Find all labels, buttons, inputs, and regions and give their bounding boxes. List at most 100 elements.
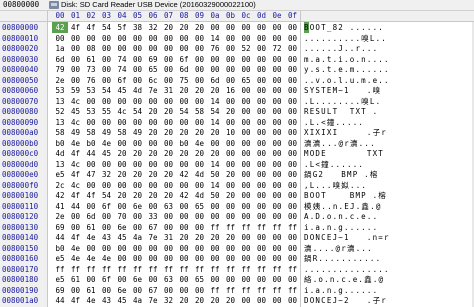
hex-byte[interactable]: 00 <box>68 54 84 65</box>
hex-byte[interactable]: 00 <box>285 75 301 86</box>
hex-byte[interactable]: 14 <box>207 33 223 44</box>
hex-byte[interactable]: 00 <box>161 75 177 86</box>
hex-byte[interactable]: 2c <box>52 180 68 191</box>
hex-byte[interactable]: 00 <box>176 253 192 264</box>
hex-byte[interactable]: ff <box>52 264 68 275</box>
hex-byte[interactable]: 00 <box>130 211 146 222</box>
hex-byte[interactable]: 65 <box>192 201 208 212</box>
hex-byte[interactable]: 20 <box>192 232 208 243</box>
hex-byte[interactable]: 00 <box>285 33 301 44</box>
hex-byte[interactable]: 20 <box>161 22 177 33</box>
hex-byte[interactable]: 00 <box>285 190 301 201</box>
hex-byte[interactable]: 32 <box>145 22 161 33</box>
hex-row[interactable]: 008000f0 2c 4c 00 00 00 00 00 00 00 00 14 00 00 00 00 00… <box>0 180 474 191</box>
hex-byte[interactable]: 00 <box>269 211 285 222</box>
hex-byte[interactable]: 00 <box>99 64 115 75</box>
hex-byte[interactable]: 16 <box>223 85 239 96</box>
hex-row[interactable]: 00800080 52 45 53 55 4c 54 20 20 54 58 54 20 00 00 00 00… <box>0 106 474 117</box>
hex-byte[interactable]: 6d <box>176 64 192 75</box>
hex-byte[interactable]: 00 <box>176 159 192 170</box>
hex-byte[interactable]: 00 <box>192 75 208 86</box>
hex-byte[interactable]: 47 <box>83 169 99 180</box>
hex-row[interactable]: 00800110 41 44 00 6f 00 6e 00 63 00 65 00 00 00 00 00 00… <box>0 201 474 212</box>
hex-byte[interactable]: 00 <box>269 148 285 159</box>
hex-byte[interactable]: 00 <box>238 201 254 212</box>
hex-byte[interactable]: 43 <box>99 232 115 243</box>
hex-byte[interactable]: 00 <box>285 138 301 149</box>
hex-byte[interactable]: 00 <box>285 169 301 180</box>
hex-byte[interactable]: 20 <box>192 127 208 138</box>
ascii-text[interactable]: 絡.o.n.c.e.鑫.@ <box>304 274 384 285</box>
hex-byte[interactable]: 00 <box>145 138 161 149</box>
hex-byte[interactable]: 00 <box>254 127 270 138</box>
hex-byte[interactable]: 67 <box>145 285 161 296</box>
hex-byte[interactable]: 00 <box>223 54 239 65</box>
hex-byte[interactable]: 00 <box>114 138 130 149</box>
hex-byte[interactable]: 00 <box>99 33 115 44</box>
hex-byte[interactable]: 32 <box>161 295 177 306</box>
hex-byte[interactable]: 20 <box>161 148 177 159</box>
hex-byte[interactable]: 76 <box>207 43 223 54</box>
hex-byte[interactable]: b0 <box>83 138 99 149</box>
hex-byte[interactable]: 61 <box>83 222 99 233</box>
hex-byte[interactable]: 00 <box>114 180 130 191</box>
hex-byte[interactable]: ff <box>254 285 270 296</box>
hex-byte[interactable]: 00 <box>68 211 84 222</box>
hex-byte[interactable]: 69 <box>52 285 68 296</box>
hex-row[interactable]: 00800150 b0 4e 00 00 00 00 00 00 00 00 00 00 00 00 00 00… <box>0 243 474 254</box>
hex-byte[interactable]: 00 <box>130 285 146 296</box>
hex-row[interactable]: 00800060 53 59 53 54 45 4d 7e 31 20 20 20 16 00 00 00 00… <box>0 85 474 96</box>
ascii-text[interactable]: .L........嗅L. <box>304 96 381 107</box>
hex-byte[interactable]: ff <box>192 264 208 275</box>
hex-byte[interactable]: 53 <box>83 85 99 96</box>
hex-byte[interactable]: 00 <box>223 180 239 191</box>
hex-byte[interactable]: 00 <box>254 85 270 96</box>
hex-byte[interactable]: 55 <box>99 106 115 117</box>
hex-row[interactable]: 00800020 1a 00 08 00 00 00 00 00 00 00 76 00 52 00 72 00… <box>0 43 474 54</box>
hex-byte[interactable]: 65 <box>192 274 208 285</box>
hex-byte[interactable]: 00 <box>130 64 146 75</box>
hex-byte[interactable]: ff <box>269 285 285 296</box>
hex-byte[interactable]: 52 <box>52 106 68 117</box>
hex-byte[interactable]: 00 <box>161 64 177 75</box>
hex-byte[interactable]: 10 <box>223 127 239 138</box>
hex-byte[interactable]: 00 <box>192 117 208 128</box>
hex-byte[interactable]: 00 <box>269 201 285 212</box>
ascii-text[interactable]: .L<鐘...... <box>304 159 364 170</box>
hex-byte[interactable]: 00 <box>254 75 270 86</box>
hex-byte[interactable]: 20 <box>176 295 192 306</box>
hex-byte[interactable]: 00 <box>176 274 192 285</box>
hex-byte[interactable]: 00 <box>238 232 254 243</box>
hex-byte[interactable]: 20 <box>114 169 130 180</box>
hex-byte[interactable]: 4f <box>83 190 99 201</box>
hex-byte[interactable]: 00 <box>130 159 146 170</box>
hex-row[interactable]: 008000a0 58 49 58 49 58 49 20 20 20 20 20 10 00 00 00 00… <box>0 127 474 138</box>
hex-byte[interactable]: 00 <box>145 180 161 191</box>
hex-byte[interactable]: 00 <box>223 211 239 222</box>
hex-byte[interactable]: 00 <box>207 22 223 33</box>
hex-byte[interactable]: 00 <box>223 274 239 285</box>
hex-byte[interactable]: ff <box>145 264 161 275</box>
hex-byte[interactable]: 00 <box>176 285 192 296</box>
hex-byte[interactable]: 00 <box>130 180 146 191</box>
hex-byte[interactable]: 00 <box>192 285 208 296</box>
hex-byte[interactable]: 00 <box>269 243 285 254</box>
hex-byte[interactable]: 00 <box>238 211 254 222</box>
hex-row[interactable]: 00800180 e5 61 00 6f 00 6e 00 63 00 65 00 00 00 00 00 00… <box>0 274 474 285</box>
hex-byte[interactable]: 6d <box>83 211 99 222</box>
hex-byte[interactable]: 00 <box>285 127 301 138</box>
hex-byte[interactable]: 6f <box>176 54 192 65</box>
hex-byte[interactable]: 00 <box>269 169 285 180</box>
hex-byte[interactable]: 14 <box>207 117 223 128</box>
hex-byte[interactable]: 45 <box>114 295 130 306</box>
ascii-text[interactable]: 瀆....@r瀆... <box>304 243 373 254</box>
hex-byte[interactable]: 45 <box>114 85 130 96</box>
hex-byte[interactable]: 00 <box>238 190 254 201</box>
hex-byte[interactable]: ff <box>254 222 270 233</box>
ascii-text[interactable]: BOOT_82 ...... <box>304 22 384 33</box>
hex-byte[interactable]: 00 <box>83 180 99 191</box>
hex-byte[interactable]: 00 <box>161 253 177 264</box>
hex-byte[interactable]: 54 <box>176 106 192 117</box>
hex-byte[interactable]: 00 <box>176 211 192 222</box>
hex-byte[interactable]: ff <box>285 264 301 275</box>
